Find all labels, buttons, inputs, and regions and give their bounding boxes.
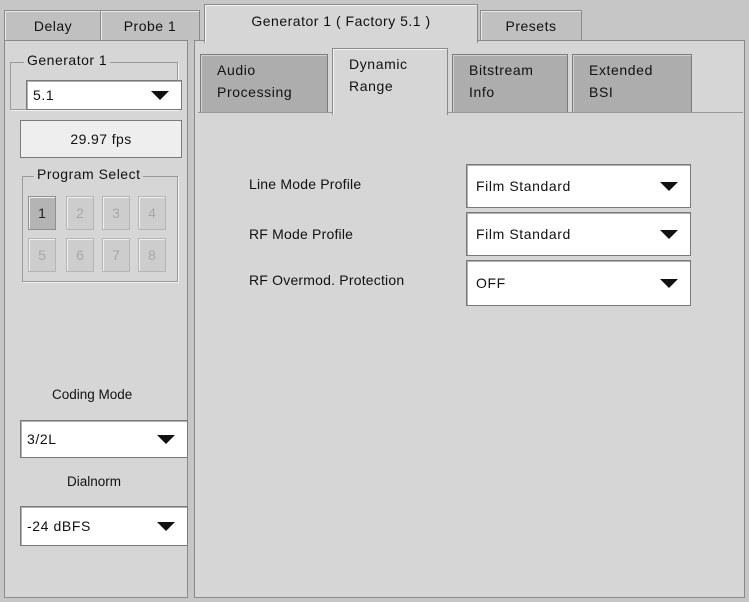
dialnorm-select[interactable]: -24 dBFS bbox=[20, 506, 188, 546]
tab-probe-1[interactable]: Probe 1 bbox=[100, 10, 200, 41]
subtab-audio-processing-line2: Processing bbox=[217, 84, 293, 100]
dialnorm-value: -24 dBFS bbox=[27, 518, 91, 534]
channel-config-value: 5.1 bbox=[33, 87, 55, 103]
program-button-7[interactable]: 7 bbox=[102, 238, 130, 272]
generator-group-title: Generator 1 bbox=[24, 52, 111, 68]
program-button-5[interactable]: 5 bbox=[28, 238, 56, 272]
chevron-down-icon bbox=[660, 279, 678, 288]
chevron-down-icon bbox=[157, 435, 175, 444]
program-select-title: Program Select bbox=[34, 166, 144, 182]
frame-rate-display: 29.97 fps bbox=[20, 120, 182, 158]
program-button-8[interactable]: 8 bbox=[138, 238, 166, 272]
rf-overmod-protection-label: RF Overmod. Protection bbox=[249, 272, 405, 288]
program-button-1[interactable]: 1 bbox=[28, 196, 56, 230]
dialnorm-label: Dialnorm bbox=[67, 474, 122, 489]
rf-overmod-protection-select[interactable]: OFF bbox=[466, 260, 691, 306]
subtab-bitstream-info-line2: Info bbox=[469, 84, 495, 100]
tab-generator-1[interactable]: Generator 1 ( Factory 5.1 ) bbox=[204, 4, 478, 43]
channel-config-select[interactable]: 5.1 bbox=[26, 80, 182, 110]
coding-mode-value: 3/2L bbox=[27, 431, 57, 447]
program-button-6[interactable]: 6 bbox=[66, 238, 94, 272]
program-button-2[interactable]: 2 bbox=[66, 196, 94, 230]
subtab-audio-processing-line1: Audio bbox=[217, 62, 256, 78]
subtab-audio-processing[interactable]: Audio Processing bbox=[200, 54, 328, 112]
subtab-dynamic-range-line2: Range bbox=[349, 78, 394, 94]
tab-presets[interactable]: Presets bbox=[480, 10, 582, 41]
line-mode-profile-label: Line Mode Profile bbox=[249, 176, 362, 192]
rf-mode-profile-select[interactable]: Film Standard bbox=[466, 212, 691, 256]
subtab-dynamic-range-line1: Dynamic bbox=[349, 56, 408, 72]
frame-rate-value: 29.97 fps bbox=[70, 131, 132, 147]
chevron-down-icon bbox=[157, 522, 175, 531]
rf-mode-profile-value: Film Standard bbox=[476, 226, 571, 242]
chevron-down-icon bbox=[660, 182, 678, 191]
rf-mode-profile-label: RF Mode Profile bbox=[249, 226, 354, 242]
coding-mode-select[interactable]: 3/2L bbox=[20, 420, 188, 458]
subtab-extended-bsi[interactable]: Extended BSI bbox=[572, 54, 692, 112]
tab-presets-label: Presets bbox=[505, 18, 557, 34]
line-mode-profile-value: Film Standard bbox=[476, 178, 571, 194]
rf-overmod-protection-value: OFF bbox=[476, 275, 506, 291]
tab-delay-label: Delay bbox=[33, 18, 73, 34]
tab-probe-1-label: Probe 1 bbox=[123, 18, 177, 34]
subtab-bitstream-info-line1: Bitstream bbox=[469, 62, 534, 78]
tab-delay[interactable]: Delay bbox=[4, 10, 102, 41]
coding-mode-label: Coding Mode bbox=[52, 387, 133, 402]
line-mode-profile-select[interactable]: Film Standard bbox=[466, 164, 691, 208]
subtab-dynamic-range[interactable]: Dynamic Range bbox=[332, 48, 448, 115]
chevron-down-icon bbox=[151, 91, 169, 100]
program-button-3[interactable]: 3 bbox=[102, 196, 130, 230]
subtab-bitstream-info[interactable]: Bitstream Info bbox=[452, 54, 568, 112]
subtab-extended-bsi-line1: Extended bbox=[589, 62, 653, 78]
tab-generator-1-label: Generator 1 ( Factory 5.1 ) bbox=[251, 13, 431, 29]
program-button-4[interactable]: 4 bbox=[138, 196, 166, 230]
subtab-extended-bsi-line2: BSI bbox=[589, 84, 614, 100]
chevron-down-icon bbox=[660, 230, 678, 239]
